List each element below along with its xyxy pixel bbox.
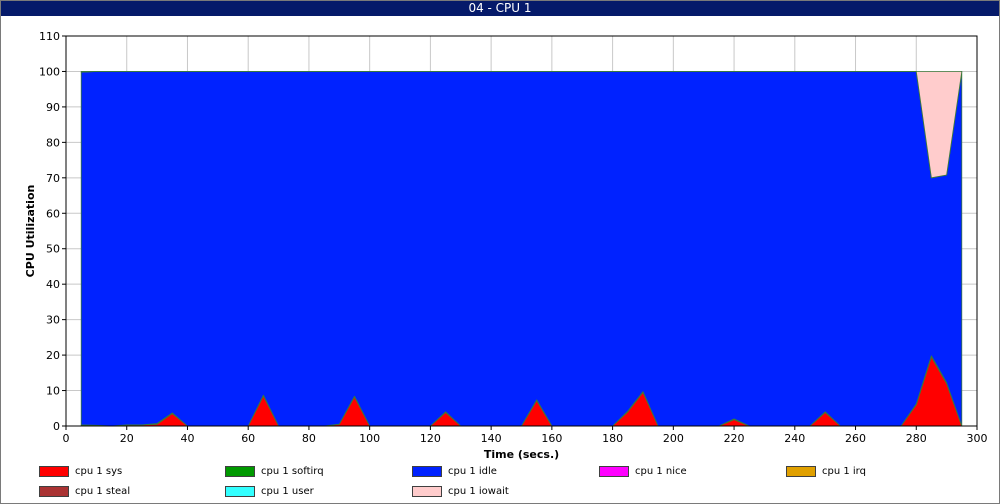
x-tick-label: 160	[541, 432, 562, 445]
chart-window: 04 - CPU 1 0 10 20 30 40 50 60 70 80 90 100 110 0 20 4…	[0, 0, 1000, 504]
legend-label: cpu 1 user	[261, 485, 314, 497]
y-tick-label: 90	[46, 101, 60, 114]
legend-swatch	[412, 465, 442, 477]
legend-item: cpu 1 softirq	[225, 464, 324, 478]
legend-label: cpu 1 nice	[635, 465, 687, 477]
x-axis-title: Time (secs.)	[484, 448, 559, 461]
legend-label: cpu 1 idle	[448, 465, 497, 477]
legend-swatch	[39, 465, 69, 477]
chart-legend: cpu 1 sys cpu 1 softirq cpu 1 idle cpu 1 ni…	[1, 464, 999, 503]
y-tick-label: 70	[46, 172, 60, 185]
x-tick-label: 60	[241, 432, 255, 445]
y-tick-label: 80	[46, 136, 60, 149]
legend-label: cpu 1 steal	[75, 485, 131, 497]
x-tick-label: 240	[784, 432, 805, 445]
x-tick-label: 280	[906, 432, 927, 445]
legend-swatch	[225, 465, 255, 477]
y-tick-label: 20	[46, 349, 60, 362]
y-tick-label: 60	[46, 207, 60, 220]
legend-item: cpu 1 nice	[599, 464, 687, 478]
y-tick-label: 30	[46, 314, 60, 327]
legend-swatch	[786, 465, 816, 477]
x-tick-label: 180	[602, 432, 623, 445]
legend-item: cpu 1 idle	[412, 464, 497, 478]
legend-item: cpu 1 user	[225, 484, 314, 498]
x-tick-label: 0	[63, 432, 70, 445]
legend-swatch	[39, 485, 69, 497]
x-tick-label: 220	[724, 432, 745, 445]
window-title: 04 - CPU 1	[1, 1, 999, 16]
y-tick-label: 10	[46, 385, 60, 398]
area-cpu-1-idle	[80, 71, 963, 427]
y-tick-label: 40	[46, 278, 60, 291]
y-tick-label: 50	[46, 243, 60, 256]
x-tick-label: 120	[420, 432, 441, 445]
legend-item: cpu 1 irq	[786, 464, 866, 478]
y-axis-title: CPU Utilization	[24, 185, 37, 278]
x-tick-label: 200	[663, 432, 684, 445]
legend-label: cpu 1 irq	[822, 465, 866, 477]
legend-item: cpu 1 sys	[39, 464, 122, 478]
legend-swatch	[225, 485, 255, 497]
x-tick-label: 260	[845, 432, 866, 445]
legend-swatch	[412, 485, 442, 497]
x-tick-label: 100	[359, 432, 380, 445]
y-tick-label: 100	[39, 65, 60, 78]
legend-label: cpu 1 sys	[75, 465, 123, 477]
cpu-utilization-chart: 0 10 20 30 40 50 60 70 80 90 100 110 0 20 40 60 80 100 120…	[24, 30, 988, 461]
legend-label: cpu 1 softirq	[261, 465, 324, 477]
y-tick-label: 110	[39, 30, 60, 43]
x-tick-label: 40	[180, 432, 194, 445]
x-tick-label: 80	[302, 432, 316, 445]
x-tick-label: 140	[481, 432, 502, 445]
y-tick-label: 0	[53, 420, 60, 433]
legend-item: cpu 1 iowait	[412, 484, 509, 498]
legend-label: cpu 1 iowait	[448, 485, 509, 497]
x-tick-label: 20	[120, 432, 134, 445]
x-tick-label: 300	[967, 432, 988, 445]
legend-item: cpu 1 steal	[39, 484, 130, 498]
legend-swatch	[599, 465, 629, 477]
